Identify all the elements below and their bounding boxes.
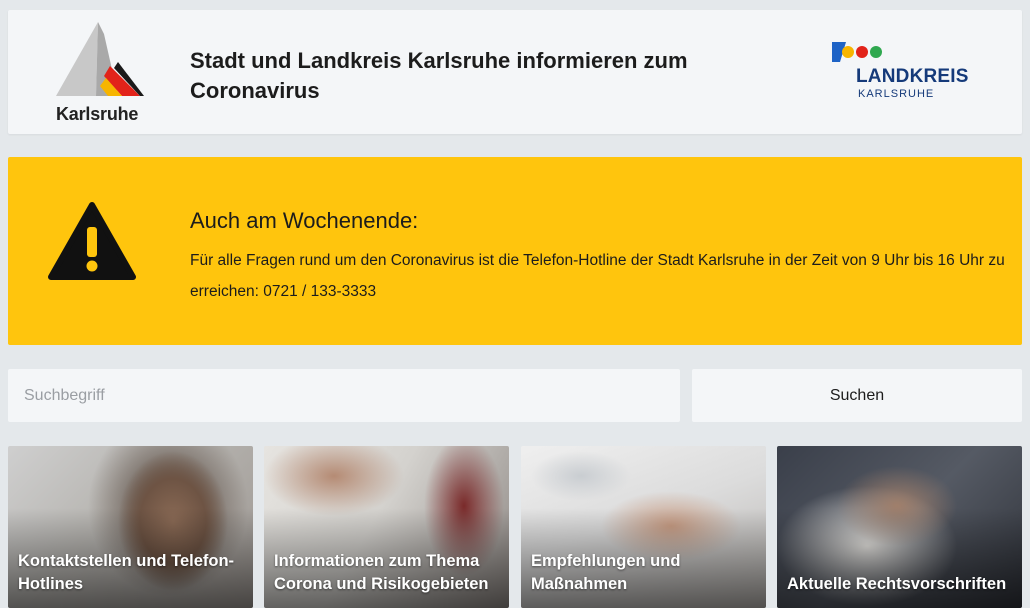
landkreis-logo-line2: KARLSRUHE bbox=[858, 88, 935, 100]
search-input[interactable] bbox=[8, 369, 680, 422]
weekend-hotline-alert: Auch am Wochenende: Für alle Fragen rund… bbox=[8, 157, 1022, 345]
search-button[interactable]: Suchen bbox=[692, 369, 1022, 422]
tile-label: Informationen zum Thema Corona und Risik… bbox=[274, 552, 489, 593]
landkreis-logo[interactable]: LANDKREIS KARLSRUHE bbox=[828, 40, 978, 110]
page-title: Stadt und Landkreis Karlsruhe informiere… bbox=[190, 48, 688, 103]
site-header: Karlsruhe Stadt und Landkreis Karlsruhe … bbox=[8, 10, 1022, 134]
karlsruhe-triangle-icon bbox=[56, 22, 144, 96]
tile-label: Kontaktstellen und Telefon-Hotlines bbox=[18, 552, 235, 593]
tile-rechtsvorschriften[interactable]: Aktuelle Rechtsvorschriften bbox=[777, 446, 1022, 608]
tile-informationen[interactable]: Informationen zum Thema Corona und Risik… bbox=[264, 446, 509, 608]
tile-label: Empfehlungen und Maßnahmen bbox=[531, 552, 681, 593]
alert-text: Für alle Fragen rund um den Coronavirus … bbox=[190, 252, 1005, 300]
karlsruhe-logo-text: Karlsruhe bbox=[56, 104, 139, 124]
tile-empfehlungen[interactable]: Empfehlungen und Maßnahmen bbox=[521, 446, 766, 608]
tile-label: Aktuelle Rechtsvorschriften bbox=[787, 575, 1007, 593]
tile-kontaktstellen[interactable]: Kontaktstellen und Telefon-Hotlines bbox=[8, 446, 253, 608]
alert-title: Auch am Wochenende: bbox=[190, 208, 419, 233]
landkreis-logo-line1: LANDKREIS bbox=[856, 66, 969, 87]
warning-icon bbox=[48, 201, 136, 281]
karlsruhe-logo[interactable]: Karlsruhe bbox=[48, 18, 148, 128]
